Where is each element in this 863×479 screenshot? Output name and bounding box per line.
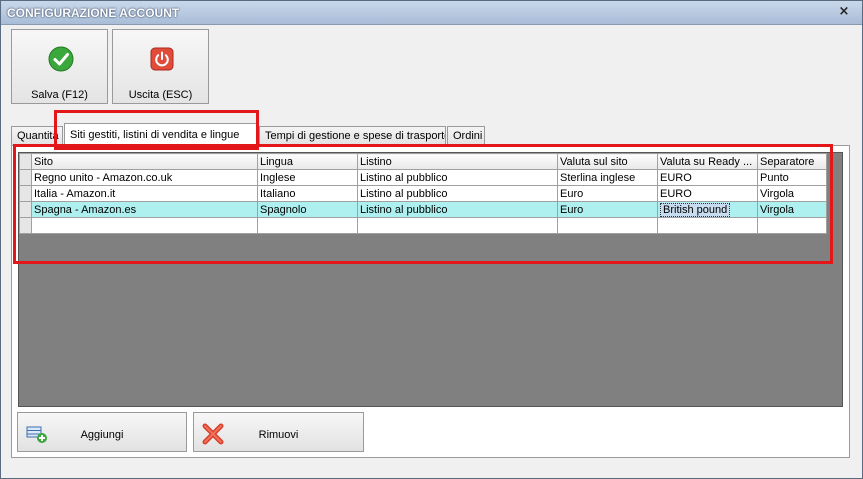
- save-button[interactable]: Salva (F12): [11, 29, 108, 104]
- row-selector[interactable]: [19, 201, 32, 218]
- table-row[interactable]: Regno unito - Amazon.co.uk Inglese Listi…: [19, 169, 827, 186]
- table-cell[interactable]: [657, 217, 758, 234]
- column-header-separatore[interactable]: Separatore: [757, 153, 827, 170]
- exit-button-label: Uscita (ESC): [128, 89, 193, 101]
- close-icon[interactable]: ×: [836, 4, 852, 20]
- table-new-row[interactable]: [19, 217, 827, 234]
- exit-button[interactable]: Uscita (ESC): [112, 29, 209, 104]
- row-header-corner: [19, 153, 32, 170]
- table-cell[interactable]: Listino al pubblico: [357, 185, 558, 202]
- table-cell-editing[interactable]: British pound: [657, 201, 758, 218]
- row-selector[interactable]: [19, 185, 32, 202]
- table-cell[interactable]: Listino al pubblico: [357, 169, 558, 186]
- tab-siti-gestiti[interactable]: Siti gestiti, listini di vendita e lingu…: [64, 123, 259, 146]
- config-account-window: CONFIGURAZIONE ACCOUNT × Salva (F12) Usc…: [0, 0, 863, 479]
- power-icon: [150, 47, 174, 71]
- table-cell[interactable]: Euro: [557, 201, 658, 218]
- table-cell[interactable]: [557, 217, 658, 234]
- table-cell[interactable]: Inglese: [257, 169, 358, 186]
- table-cell[interactable]: Listino al pubblico: [357, 201, 558, 218]
- column-header-valuta-sito[interactable]: Valuta sul sito: [557, 153, 658, 170]
- table-cell[interactable]: Sterlina inglese: [557, 169, 658, 186]
- column-header-lingua[interactable]: Lingua: [257, 153, 358, 170]
- remove-button-label: Rimuovi: [258, 429, 299, 441]
- table-cell[interactable]: EURO: [657, 169, 758, 186]
- table-cell[interactable]: [31, 217, 258, 234]
- save-button-label: Salva (F12): [31, 89, 88, 101]
- column-header-listino[interactable]: Listino: [357, 153, 558, 170]
- table-cell[interactable]: Italiano: [257, 185, 358, 202]
- column-header-valuta-ready[interactable]: Valuta su Ready ...: [657, 153, 758, 170]
- table-cell[interactable]: Spagna - Amazon.es: [31, 201, 258, 218]
- add-button-label: Aggiungi: [80, 429, 124, 441]
- table-cell[interactable]: Italia - Amazon.it: [31, 185, 258, 202]
- table-cell[interactable]: Punto: [757, 169, 827, 186]
- table-cell[interactable]: Spagnolo: [257, 201, 358, 218]
- table-cell[interactable]: Regno unito - Amazon.co.uk: [31, 169, 258, 186]
- tab-quantita[interactable]: Quantità: [11, 126, 63, 145]
- table-cell[interactable]: [757, 217, 827, 234]
- check-icon: [48, 46, 74, 72]
- row-selector[interactable]: [19, 169, 32, 186]
- table-cell[interactable]: Virgola: [757, 185, 827, 202]
- table-header-row: Sito Lingua Listino Valuta sul sito Valu…: [19, 153, 827, 170]
- tab-tempi-gestione[interactable]: Tempi di gestione e spese di trasporto: [259, 126, 446, 145]
- table-cell[interactable]: EURO: [657, 185, 758, 202]
- remove-button[interactable]: Rimuovi: [193, 412, 364, 452]
- column-header-sito[interactable]: Sito: [31, 153, 258, 170]
- table-row-selected[interactable]: Spagna - Amazon.es Spagnolo Listino al p…: [19, 201, 827, 218]
- table-cell[interactable]: [357, 217, 558, 234]
- table-cell[interactable]: [257, 217, 358, 234]
- title-bar[interactable]: CONFIGURAZIONE ACCOUNT ×: [1, 1, 862, 25]
- cell-editor-value[interactable]: British pound: [660, 202, 731, 217]
- add-button[interactable]: Aggiungi: [17, 412, 187, 452]
- sites-grid: Sito Lingua Listino Valuta sul sito Valu…: [18, 152, 843, 407]
- sites-table: Sito Lingua Listino Valuta sul sito Valu…: [19, 153, 827, 234]
- table-cell[interactable]: Virgola: [757, 201, 827, 218]
- table-cell[interactable]: Euro: [557, 185, 658, 202]
- row-selector[interactable]: [19, 217, 32, 234]
- window-title: CONFIGURAZIONE ACCOUNT: [7, 6, 180, 20]
- table-row[interactable]: Italia - Amazon.it Italiano Listino al p…: [19, 185, 827, 202]
- tab-ordini[interactable]: Ordini: [447, 126, 485, 145]
